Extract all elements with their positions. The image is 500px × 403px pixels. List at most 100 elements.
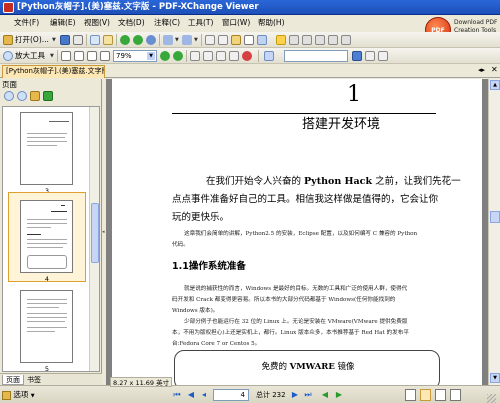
zoom-in-icon[interactable] xyxy=(173,51,183,61)
body-line: 少部分例子也能运行在 32 位的 Linux 上。无论是安装在 VMware(V… xyxy=(184,319,408,325)
zoom-tool-dropdown-icon[interactable]: ▼ xyxy=(50,53,54,59)
thumbnail-options-icon[interactable] xyxy=(30,91,40,101)
back-view-icon[interactable]: ◂ xyxy=(199,390,209,400)
app-icon xyxy=(3,2,14,13)
select-text-icon[interactable] xyxy=(244,35,254,45)
first-page-icon[interactable]: ⏮ xyxy=(172,390,182,400)
page-thumbnail-selected[interactable] xyxy=(20,200,73,273)
forward-icon[interactable] xyxy=(133,35,143,45)
continuous-facing-view-icon[interactable] xyxy=(450,389,461,401)
document-scrollbar[interactable]: ▲ ▼ xyxy=(488,79,500,385)
menu-comments[interactable]: 注释(C) xyxy=(154,18,180,28)
page-thumbnail[interactable] xyxy=(20,290,73,363)
zoom-dropdown-icon[interactable]: ▼ xyxy=(147,52,155,60)
open-dropdown-icon[interactable]: ▼ xyxy=(52,37,56,43)
stop-icon[interactable] xyxy=(242,51,252,61)
scroll-up-icon[interactable]: ▲ xyxy=(490,80,500,90)
chapter-number: 1 xyxy=(347,82,361,107)
next-page-icon[interactable]: ▶ xyxy=(290,390,300,400)
home-icon[interactable] xyxy=(146,35,156,45)
zoom-out-icon[interactable] xyxy=(17,91,27,101)
menu-tools[interactable]: 工具(T) xyxy=(188,18,213,28)
summary-line-2: 代码。 xyxy=(172,242,189,248)
search-icon[interactable] xyxy=(218,35,228,45)
tab-bookmarks[interactable]: 书签 xyxy=(24,375,44,385)
menu-view[interactable]: 视图(V) xyxy=(84,18,110,28)
undo-icon[interactable] xyxy=(163,35,173,45)
search-input[interactable] xyxy=(284,50,348,62)
vm-title-c: 镜像 xyxy=(334,362,355,372)
continuous-page-icon[interactable] xyxy=(229,51,239,61)
search-options-icon[interactable] xyxy=(264,51,274,61)
document-tab[interactable]: [Python灰帽子].(美)塞兹.文字版 xyxy=(2,65,105,78)
redo-icon[interactable] xyxy=(182,35,192,45)
highlight-icon[interactable] xyxy=(302,35,312,45)
fit-page-icon[interactable] xyxy=(74,51,84,61)
redo-dropdown-icon[interactable]: ▼ xyxy=(194,37,198,43)
menu-edit[interactable]: 编辑(E) xyxy=(50,18,76,28)
highlight-results-icon[interactable] xyxy=(378,51,388,61)
toolbar-separator xyxy=(186,50,187,62)
save-icon[interactable] xyxy=(60,35,70,45)
next-view-icon[interactable]: ▶ xyxy=(334,390,344,400)
facing-view-icon[interactable] xyxy=(435,389,446,401)
panel-title: 页面 xyxy=(2,80,17,89)
last-page-icon[interactable]: ⏭ xyxy=(303,390,313,400)
thumbnail-list[interactable]: 3 4 5 xyxy=(2,106,100,372)
single-page-view-icon[interactable] xyxy=(405,389,416,401)
resize-grip-icon[interactable] xyxy=(487,394,496,403)
options-button[interactable]: 选项 ▼ xyxy=(2,389,35,401)
snapshot-icon[interactable] xyxy=(103,35,113,45)
close-icon[interactable]: ✕ xyxy=(491,65,498,74)
panel-toolbar xyxy=(2,90,100,103)
print-icon[interactable] xyxy=(73,35,83,45)
shape-icon[interactable] xyxy=(341,35,351,45)
actual-size-icon[interactable] xyxy=(61,51,71,61)
insert-page-icon[interactable] xyxy=(43,91,53,101)
fit-width-icon[interactable] xyxy=(87,51,97,61)
menu-help[interactable]: 帮助(H) xyxy=(258,18,285,28)
status-bar: 选项 ▼ 8.27 x 11.69 英寸 ⏮ ◀ ◂ 4 总计 232 ▶ ⏭ … xyxy=(0,377,500,403)
toolbar-separator xyxy=(159,34,160,46)
tab-pages[interactable]: 页面 xyxy=(2,375,24,385)
continuous-view-icon[interactable] xyxy=(420,389,431,401)
back-icon[interactable] xyxy=(120,35,130,45)
document-scroll-thumb[interactable] xyxy=(490,211,500,223)
zoom-in-icon[interactable] xyxy=(4,91,14,101)
thumbnail-scroll-thumb[interactable] xyxy=(91,203,99,263)
find-icon[interactable] xyxy=(205,35,215,45)
thumbnail-label: 5 xyxy=(44,365,50,372)
previous-view-icon[interactable]: ◀ xyxy=(320,390,330,400)
tab-list-icon[interactable]: ◂▸ xyxy=(478,66,485,74)
thumbnail-scrollbar[interactable] xyxy=(89,107,99,371)
scroll-down-icon[interactable]: ▼ xyxy=(490,373,500,383)
undo-dropdown-icon[interactable]: ▼ xyxy=(175,37,179,43)
previous-page-icon[interactable]: ◀ xyxy=(186,390,196,400)
open-button[interactable]: 打开(O)... xyxy=(15,35,49,45)
rotate-right-icon[interactable] xyxy=(203,51,213,61)
search-prev-icon[interactable] xyxy=(365,51,375,61)
stamp-icon[interactable] xyxy=(289,35,299,45)
current-page-input[interactable]: 4 xyxy=(213,389,249,401)
menu-file[interactable]: 文件(F) xyxy=(14,18,39,28)
rotate-left-icon[interactable] xyxy=(190,51,200,61)
page-thumbnail[interactable] xyxy=(20,112,73,185)
fit-visible-icon[interactable] xyxy=(100,51,110,61)
comment-icon[interactable] xyxy=(276,35,286,45)
zoom-tool-button[interactable]: 放大工具 xyxy=(15,51,45,61)
collapse-panel-icon[interactable]: ◂ xyxy=(102,229,105,235)
snapshot-tool-icon[interactable] xyxy=(257,35,267,45)
menu-document[interactable]: 文档(D) xyxy=(118,18,145,28)
title-bar[interactable]: [Python灰帽子].(美)塞兹.文字版 - PDF-XChange View… xyxy=(0,0,500,15)
zoom-level-select[interactable]: 79% ▼ xyxy=(113,50,157,62)
hand-tool-icon[interactable] xyxy=(231,35,241,45)
line-icon[interactable] xyxy=(328,35,338,45)
options-dropdown-icon: ▼ xyxy=(30,393,35,399)
single-page-icon[interactable] xyxy=(216,51,226,61)
document-viewer[interactable]: 1 搭建开发环境 在我们开始令人兴奋的 Python Hack 之前，让我们先花… xyxy=(106,79,488,385)
email-icon[interactable] xyxy=(90,35,100,45)
search-next-icon[interactable] xyxy=(352,51,362,61)
pen-icon[interactable] xyxy=(315,35,325,45)
menu-window[interactable]: 窗口(W) xyxy=(222,18,250,28)
zoom-out-icon[interactable] xyxy=(160,51,170,61)
